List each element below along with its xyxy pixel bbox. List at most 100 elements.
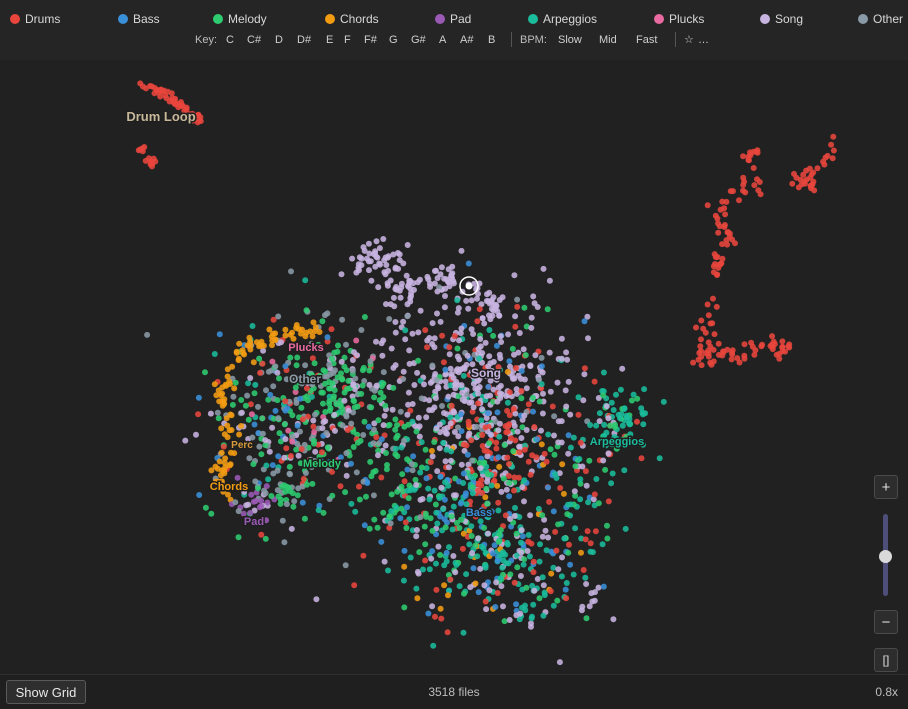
sample-point[interactable] bbox=[497, 382, 504, 389]
sample-point[interactable] bbox=[586, 457, 593, 464]
sample-point[interactable] bbox=[327, 385, 334, 392]
sample-point[interactable] bbox=[585, 499, 592, 506]
sample-point[interactable] bbox=[506, 493, 513, 500]
sample-point[interactable] bbox=[424, 344, 430, 351]
sample-point[interactable] bbox=[545, 534, 552, 541]
sample-point[interactable] bbox=[313, 596, 320, 603]
sample-point[interactable] bbox=[235, 534, 242, 541]
sample-point[interactable] bbox=[545, 431, 552, 438]
sample-point[interactable] bbox=[437, 605, 444, 612]
sample-point[interactable] bbox=[367, 458, 374, 465]
sample-point[interactable] bbox=[373, 238, 380, 245]
sample-point[interactable] bbox=[425, 276, 432, 283]
sample-point[interactable] bbox=[274, 487, 281, 494]
sample-point[interactable] bbox=[497, 355, 504, 362]
sample-point[interactable] bbox=[538, 354, 545, 361]
sample-point[interactable] bbox=[514, 564, 521, 571]
show-grid-button[interactable]: Show Grid bbox=[6, 680, 86, 704]
sample-point[interactable] bbox=[567, 444, 574, 451]
sample-point[interactable] bbox=[605, 498, 612, 505]
sample-point[interactable] bbox=[450, 280, 457, 287]
sample-point[interactable] bbox=[724, 229, 731, 236]
sample-point[interactable] bbox=[442, 366, 449, 373]
sample-point[interactable] bbox=[435, 543, 442, 550]
sample-point[interactable] bbox=[789, 180, 796, 187]
sample-point[interactable] bbox=[704, 301, 711, 308]
sample-point[interactable] bbox=[451, 333, 458, 339]
sample-point[interactable] bbox=[146, 155, 152, 162]
sample-point[interactable] bbox=[302, 470, 309, 476]
sample-point[interactable] bbox=[469, 550, 476, 557]
sample-point[interactable] bbox=[464, 451, 471, 458]
sample-point[interactable] bbox=[538, 381, 545, 388]
sample-point[interactable] bbox=[373, 434, 380, 441]
sample-point[interactable] bbox=[384, 282, 391, 289]
sample-point[interactable] bbox=[235, 508, 242, 515]
sample-point[interactable] bbox=[520, 346, 527, 353]
sample-point[interactable] bbox=[513, 601, 520, 608]
sample-point[interactable] bbox=[541, 592, 548, 599]
sample-point[interactable] bbox=[270, 383, 277, 390]
sample-point[interactable] bbox=[392, 426, 399, 433]
sample-point[interactable] bbox=[751, 351, 758, 358]
sample-point[interactable] bbox=[370, 440, 377, 447]
sample-point[interactable] bbox=[404, 504, 410, 511]
sample-point[interactable] bbox=[511, 487, 517, 494]
sample-point[interactable] bbox=[551, 451, 558, 458]
sample-point[interactable] bbox=[530, 408, 536, 415]
sample-point[interactable] bbox=[327, 371, 334, 378]
key-filter-g[interactable]: G bbox=[389, 32, 398, 48]
legend-item-drums[interactable]: Drums bbox=[10, 10, 60, 28]
sample-point[interactable] bbox=[570, 434, 577, 441]
sample-point[interactable] bbox=[258, 497, 265, 504]
sample-point[interactable] bbox=[422, 557, 429, 564]
sample-point[interactable] bbox=[319, 318, 326, 325]
sample-point[interactable] bbox=[353, 469, 360, 476]
sample-point[interactable] bbox=[343, 472, 350, 479]
sample-point[interactable] bbox=[543, 547, 550, 554]
sample-point[interactable] bbox=[433, 586, 440, 593]
sample-point[interactable] bbox=[381, 558, 388, 565]
sample-point[interactable] bbox=[432, 395, 439, 402]
sample-point[interactable] bbox=[707, 343, 714, 350]
sample-point[interactable] bbox=[482, 339, 489, 346]
sample-point[interactable] bbox=[601, 421, 608, 428]
sample-point[interactable] bbox=[375, 284, 382, 291]
sample-point[interactable] bbox=[345, 377, 352, 384]
sample-point[interactable] bbox=[469, 490, 476, 497]
sample-point[interactable] bbox=[278, 339, 285, 346]
sample-point[interactable] bbox=[476, 355, 482, 362]
sample-point[interactable] bbox=[496, 420, 503, 427]
sample-point[interactable] bbox=[468, 523, 475, 530]
sample-point[interactable] bbox=[593, 476, 600, 482]
sample-point[interactable] bbox=[534, 304, 541, 310]
sample-point[interactable] bbox=[231, 385, 238, 392]
sample-point[interactable] bbox=[434, 520, 441, 527]
key-filter-a[interactable]: A bbox=[439, 32, 446, 48]
sample-point[interactable] bbox=[558, 573, 565, 580]
sample-point[interactable] bbox=[437, 552, 444, 558]
sample-point[interactable] bbox=[387, 520, 394, 527]
sample-point[interactable] bbox=[499, 564, 506, 571]
sample-point[interactable] bbox=[318, 449, 325, 456]
sample-point[interactable] bbox=[251, 421, 258, 428]
sample-point[interactable] bbox=[274, 397, 281, 404]
sample-point[interactable] bbox=[512, 504, 518, 511]
sample-point[interactable] bbox=[541, 450, 548, 457]
sample-point[interactable] bbox=[533, 454, 540, 461]
sample-point[interactable] bbox=[619, 422, 626, 429]
sample-point[interactable] bbox=[502, 423, 509, 430]
sample-point[interactable] bbox=[532, 352, 539, 359]
sample-point[interactable] bbox=[520, 561, 527, 568]
sample-point[interactable] bbox=[383, 262, 390, 268]
sample-point[interactable] bbox=[218, 425, 225, 432]
sample-point[interactable] bbox=[506, 479, 513, 486]
sample-point[interactable] bbox=[593, 422, 600, 429]
sample-point[interactable] bbox=[523, 385, 530, 392]
sample-point[interactable] bbox=[282, 326, 289, 333]
sample-point[interactable] bbox=[301, 515, 308, 522]
sample-point[interactable] bbox=[468, 399, 475, 406]
sample-point[interactable] bbox=[551, 432, 557, 439]
sample-point[interactable] bbox=[575, 411, 582, 418]
sample-point[interactable] bbox=[258, 451, 265, 458]
